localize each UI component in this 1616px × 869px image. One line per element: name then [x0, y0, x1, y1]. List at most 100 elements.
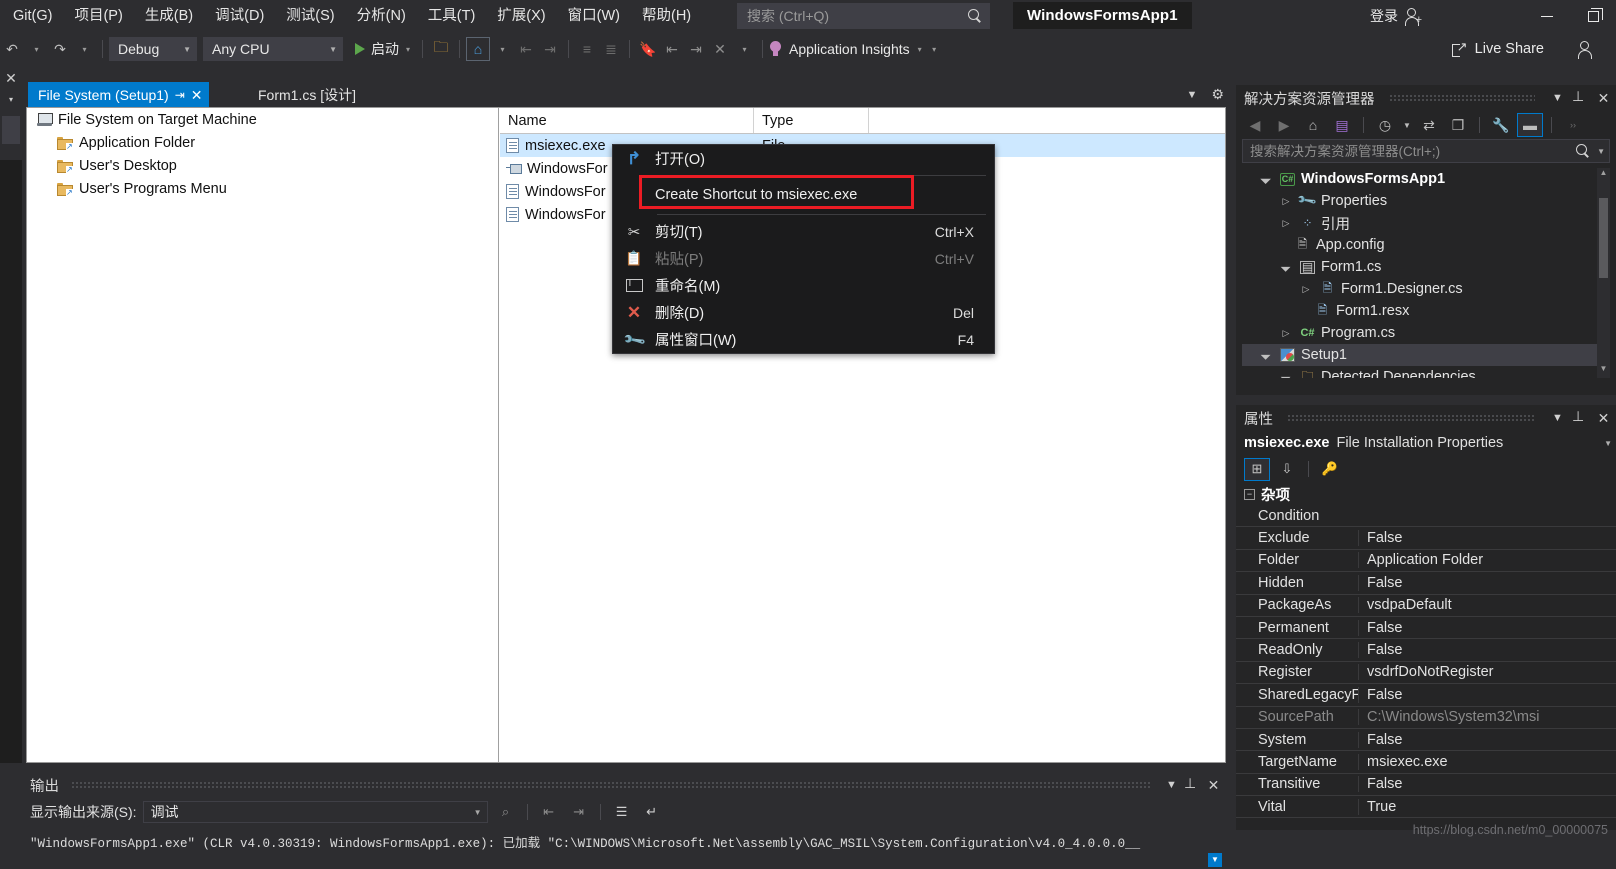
close-icon[interactable]: ✕: [1595, 88, 1612, 108]
close-icon[interactable]: ✕: [0, 66, 22, 90]
chevron-down-icon[interactable]: ▼: [1187, 89, 1198, 101]
sidebar-item-detected-dependencies[interactable]: 🗀 Detected Dependencies: [1242, 366, 1610, 379]
solution-explorer-scrollbar[interactable]: ▲ ▼: [1597, 168, 1610, 378]
expander-icon[interactable]: [1278, 372, 1294, 379]
drag-handle[interactable]: [1388, 95, 1535, 101]
scroll-down-icon[interactable]: ▼: [1597, 364, 1610, 378]
toolbox-tab[interactable]: [2, 116, 20, 144]
minimize-button[interactable]: [1524, 0, 1570, 32]
chevron-down-icon[interactable]: ▼: [1597, 147, 1605, 156]
context-menu-item-delete[interactable]: ✕ 删除(D) Del: [613, 299, 994, 326]
property-value[interactable]: vsdpaDefault: [1358, 597, 1616, 614]
quick-search[interactable]: [737, 3, 990, 29]
property-row-exclude[interactable]: Exclude False: [1236, 527, 1616, 550]
menu-help[interactable]: 帮助(H): [631, 1, 702, 31]
pin-icon[interactable]: ⊥: [1572, 408, 1589, 428]
home-icon[interactable]: ⌂: [1300, 113, 1326, 137]
scrollbar-thumb[interactable]: [1599, 198, 1608, 278]
chevron-down-icon[interactable]: ▼: [1163, 775, 1180, 795]
menu-window[interactable]: 窗口(W): [557, 1, 631, 31]
open-folder-icon[interactable]: 🗀: [429, 37, 453, 61]
pin-icon[interactable]: ⊥: [1184, 775, 1201, 795]
sidebar-item-windowsformsapp1[interactable]: C# WindowsFormsApp1: [1242, 168, 1610, 190]
collapse-icon[interactable]: −: [1244, 488, 1255, 500]
toggle-word-wrap-icon[interactable]: ↵: [640, 801, 664, 823]
property-value[interactable]: False: [1358, 731, 1616, 748]
solution-explorer-search-input[interactable]: [1250, 143, 1573, 159]
pending-changes-icon[interactable]: ◷: [1372, 113, 1398, 137]
undo-icon[interactable]: ↶: [0, 37, 24, 61]
property-row-packageas[interactable]: PackageAs vsdpaDefault: [1236, 595, 1616, 617]
context-menu-item-cut[interactable]: ✂ 剪切(T) Ctrl+X: [613, 218, 994, 245]
live-share-account-icon[interactable]: [1576, 38, 1594, 60]
property-value[interactable]: msiexec.exe: [1358, 753, 1616, 770]
menu-tools[interactable]: 工具(T): [417, 1, 487, 31]
context-menu-item-create-shortcut[interactable]: Create Shortcut to msiexec.exe: [613, 179, 994, 211]
property-value[interactable]: False: [1358, 776, 1616, 793]
go-to-next-message-icon[interactable]: ⇥: [567, 801, 591, 823]
collapse-all-icon[interactable]: ❐: [1445, 113, 1471, 137]
property-pages-icon[interactable]: 🔑: [1317, 458, 1343, 481]
tab-file-system-setup1[interactable]: File System (Setup1) ⇥ ✕: [28, 82, 209, 107]
chevron-down-icon[interactable]: ▾: [0, 90, 22, 110]
menu-build[interactable]: 生成(B): [134, 1, 204, 31]
context-menu-item-open[interactable]: ↱ 打开(O): [613, 145, 994, 172]
clear-all-icon[interactable]: ☰: [610, 801, 634, 823]
chevron-down-icon[interactable]: ▼: [1604, 439, 1612, 448]
column-header-type[interactable]: Type: [754, 108, 869, 133]
sidebar-item-references[interactable]: ⁘ 引用: [1242, 212, 1610, 234]
sidebar-item-form1-resx[interactable]: 🗎 Form1.resx: [1242, 300, 1610, 322]
go-to-previous-message-icon[interactable]: ⇤: [537, 801, 561, 823]
close-icon[interactable]: ✕: [1205, 775, 1222, 795]
sidebar-item-form1-designer-cs[interactable]: 🗎 Form1.Designer.cs: [1242, 278, 1610, 300]
close-icon[interactable]: ✕: [191, 88, 203, 102]
tree-item-users-desktop[interactable]: ↗ User's Desktop: [27, 154, 498, 177]
expander-icon[interactable]: [1298, 284, 1314, 295]
next-bookmark-icon[interactable]: ⇥: [684, 37, 708, 61]
forward-icon[interactable]: ▶: [1271, 113, 1297, 137]
chevron-down-icon[interactable]: ▼: [1401, 113, 1413, 137]
comment-icon[interactable]: ≣: [599, 37, 623, 61]
restore-button[interactable]: [1570, 0, 1616, 32]
step-out-icon[interactable]: ⇤: [514, 37, 538, 61]
start-debug-button[interactable]: 启动 ▾: [349, 37, 416, 61]
previous-bookmark-icon[interactable]: ⇤: [660, 37, 684, 61]
solution-configuration-combo[interactable]: Debug ▼: [109, 37, 197, 61]
sidebar-item-app-config[interactable]: 🗎 App.config: [1242, 234, 1610, 256]
expander-icon[interactable]: [1278, 218, 1294, 229]
property-row-transitive[interactable]: Transitive False: [1236, 774, 1616, 797]
solution-explorer-search[interactable]: ▼: [1242, 139, 1610, 163]
property-row-condition[interactable]: Condition: [1236, 505, 1616, 528]
expander-icon[interactable]: [1258, 174, 1274, 185]
menu-debug[interactable]: 调试(D): [204, 1, 275, 31]
tab-form1-designer[interactable]: Form1.cs [设计]: [248, 82, 362, 107]
property-row-system[interactable]: System False: [1236, 729, 1616, 752]
property-value[interactable]: False: [1358, 686, 1616, 703]
property-row-permanent[interactable]: Permanent False: [1236, 617, 1616, 640]
indent-icon[interactable]: ≡: [575, 37, 599, 61]
property-value[interactable]: Application Folder: [1358, 552, 1616, 569]
property-value[interactable]: False: [1358, 642, 1616, 659]
properties-wrench-icon[interactable]: 🔧: [1488, 113, 1514, 137]
undo-dropdown-icon[interactable]: ▾: [24, 37, 48, 61]
clear-bookmarks-icon[interactable]: ✕: [708, 37, 732, 61]
quick-search-input[interactable]: [747, 8, 964, 24]
property-row-readonly[interactable]: ReadOnly False: [1236, 639, 1616, 662]
preview-pane-icon[interactable]: ▬: [1517, 113, 1543, 137]
application-insights-button[interactable]: Application Insights ▾: [769, 40, 922, 58]
properties-category-misc[interactable]: − 杂项: [1236, 483, 1616, 505]
expander-icon[interactable]: [1278, 196, 1294, 207]
tree-item-application-folder[interactable]: ↗ Application Folder: [27, 131, 498, 154]
property-row-folder[interactable]: Folder Application Folder: [1236, 550, 1616, 573]
pin-icon[interactable]: ⇥: [175, 88, 185, 102]
back-icon[interactable]: ◀: [1242, 113, 1268, 137]
sync-icon[interactable]: ⇄: [1416, 113, 1442, 137]
redo-dropdown-icon[interactable]: ▾: [72, 37, 96, 61]
solution-icon[interactable]: ▤: [1329, 113, 1355, 137]
toolbar-overflow-icon[interactable]: ▾: [922, 37, 946, 61]
expander-icon[interactable]: [1278, 328, 1294, 339]
menu-git[interactable]: Git(G): [2, 1, 63, 31]
tree-item-users-programs-menu[interactable]: ↗ User's Programs Menu: [27, 177, 498, 200]
categorized-view-icon[interactable]: ⊞: [1244, 457, 1270, 481]
bookmark-icon[interactable]: 🔖: [636, 37, 660, 61]
